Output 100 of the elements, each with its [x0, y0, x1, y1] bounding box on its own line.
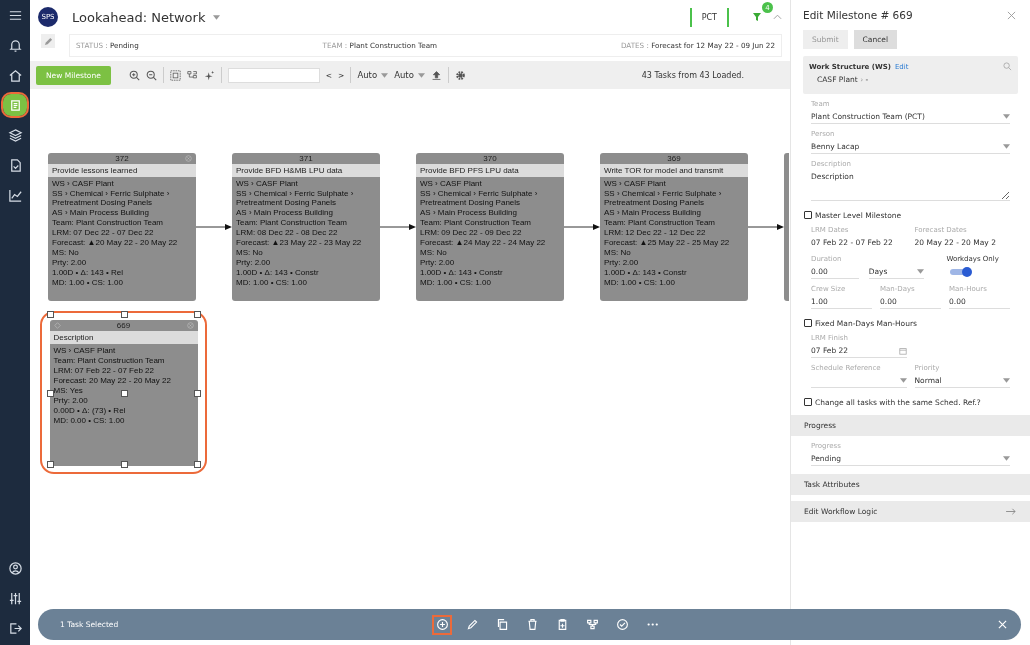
sparkle-icon[interactable]: [203, 69, 215, 81]
caret-icon: [1003, 378, 1010, 383]
task-number: 371: [299, 154, 313, 163]
resize-handle[interactable]: [194, 461, 201, 468]
resize-handle[interactable]: [120, 311, 128, 318]
zoom-out-icon[interactable]: [145, 69, 157, 81]
task-detail: Forecast: ▲20 May 22 - 20 May 22: [52, 238, 178, 248]
task-detail: 0.00D • Δ: (73) • Rel: [53, 405, 126, 415]
task-detail: SS › Chemical › Ferric Sulphate › Pretreatment Dosing Panels: [236, 189, 355, 208]
toggle-switch[interactable]: [950, 269, 971, 275]
resize-handle[interactable]: [194, 311, 201, 318]
task-number: 370: [483, 154, 497, 163]
resize-handle[interactable]: [47, 311, 54, 318]
resize-handle[interactable]: [47, 461, 54, 468]
task-detail: Prty: 2.00: [52, 258, 87, 268]
resize-handle[interactable]: [194, 389, 201, 397]
task-title: Provide BFD H&MB LPU data: [232, 164, 380, 177]
fit-icon[interactable]: [169, 69, 181, 81]
trash-icon: [525, 618, 539, 631]
task-detail: Forecast: ▲25 May 22 - 25 May 22: [604, 238, 730, 248]
task-detail: Forecast: 20 May 22 - 20 May 22: [53, 375, 171, 385]
task-detail: WS › CASF Plant: [53, 345, 116, 355]
task-detail: Team: Plant Construction Team: [53, 355, 165, 365]
task-detail: AS › Main Process Building: [52, 208, 149, 218]
chart-icon[interactable]: [7, 187, 23, 203]
filter-icon[interactable]: [752, 12, 762, 22]
resize-handle[interactable]: [47, 389, 54, 397]
task-detail: MS: Yes: [53, 385, 83, 395]
network-icon: [585, 618, 599, 631]
connector-arrow: [196, 223, 232, 231]
checkbox[interactable]: [804, 211, 812, 219]
task-title: Description: [49, 330, 198, 344]
home-icon[interactable]: [7, 67, 23, 83]
task-detail: WS › CASF Plant: [52, 179, 114, 189]
user-icon[interactable]: [7, 560, 23, 576]
checkbox[interactable]: [804, 398, 812, 406]
task-card[interactable]: [48, 153, 196, 301]
task-title: Provide BFD PFS LPU data: [416, 164, 564, 177]
task-detail: LRM: 07 Feb 22 - 07 Feb 22: [53, 365, 154, 375]
task-detail: Team: Plant Construction Team: [52, 218, 163, 228]
zoom-in-icon[interactable]: [128, 69, 140, 81]
sliders-icon[interactable]: [7, 590, 23, 606]
logout-icon[interactable]: [7, 620, 23, 636]
task-card[interactable]: [232, 153, 380, 301]
resize-handle[interactable]: [120, 389, 128, 397]
task-detail: SS › Chemical › Ferric Sulphate › Pretreatment Dosing Panels: [420, 189, 539, 208]
calendar-icon: [898, 346, 907, 355]
task-number: 369: [667, 154, 681, 163]
task-number: 372: [115, 154, 129, 163]
task-detail: WS › CASF Plant: [604, 179, 666, 189]
task-detail: SS › Chemical › Ferric Sulphate › Pretreatment Dosing Panels: [604, 189, 723, 208]
task-detail: MD: 1.00 • CS: 1.00: [604, 278, 675, 288]
bell-icon[interactable]: [7, 37, 23, 53]
arrow-right-icon: [1006, 507, 1017, 516]
task-detail: Prty: 2.00: [53, 395, 88, 405]
task-detail: MS: No: [420, 248, 447, 258]
team-badge[interactable]: PCT: [689, 7, 729, 27]
caret-icon: [1003, 114, 1010, 119]
caret-icon[interactable]: [213, 14, 221, 20]
task-detail: Prty: 2.00: [420, 258, 455, 268]
search-field[interactable]: [227, 67, 320, 83]
auto-dropdown[interactable]: Auto: [357, 70, 389, 80]
action-button[interactable]: [432, 614, 452, 635]
task-card[interactable]: 669 Description WS › CASF Plant Team: Plant Construction Team LRM: 07 Feb 22 - 07 Feb 22 Forecast: 20 May 22 - 20 May 22 MS: Yes Prty: 2.00 0.00D • Δ: (73) • Rel MD: 0.00 • CS: 1.00: [49, 319, 198, 466]
task-detail: 1.00D • Δ: 143 • Constr: [236, 268, 319, 278]
add-icon: [435, 618, 449, 631]
settings-icon[interactable]: [454, 69, 466, 81]
upload-icon[interactable]: [430, 69, 442, 81]
task-detail: AS › Main Process Building: [236, 208, 333, 218]
task-detail: Prty: 2.00: [604, 258, 639, 268]
checkbox[interactable]: [804, 319, 812, 327]
connector-arrow: [380, 223, 416, 231]
task-detail: AS › Main Process Building: [604, 208, 701, 218]
task-detail: AS › Main Process Building: [420, 208, 517, 218]
pencil-icon: [43, 36, 53, 46]
task-card[interactable]: [600, 153, 748, 301]
task-detail: MS: No: [52, 248, 79, 258]
task-detail: Team: Plant Construction Team: [236, 218, 347, 228]
resize-handle[interactable]: [120, 461, 128, 468]
connector-arrow: [748, 223, 784, 231]
page-title[interactable]: Lookahead: Network: [72, 9, 206, 25]
task-detail: MD: 1.00 • CS: 1.00: [52, 278, 123, 288]
task-detail: MS: No: [604, 248, 631, 258]
panel-title: Edit Milestone # 669: [803, 9, 913, 21]
task-detail: WS › CASF Plant: [420, 179, 482, 189]
task-detail: LRM: 09 Dec 22 - 09 Dec 22: [420, 228, 522, 238]
task-detail: MD: 1.00 • CS: 1.00: [420, 278, 491, 288]
caret-icon: [899, 378, 907, 383]
connector-arrow: [564, 223, 600, 231]
layers-icon[interactable]: [7, 127, 23, 143]
auto-dropdown[interactable]: Auto: [394, 70, 425, 80]
layout-icon[interactable]: [186, 69, 198, 81]
task-detail: MS: No: [236, 248, 263, 258]
task-detail: MD: 1.00 • CS: 1.00: [236, 278, 307, 288]
task-detail: LRM: 07 Dec 22 - 07 Dec 22: [52, 228, 154, 238]
task-detail: Forecast: ▲23 May 22 - 23 May 22: [236, 238, 362, 248]
diamond-icon: [53, 321, 61, 329]
task-card[interactable]: [416, 153, 564, 301]
pencil-icon: [465, 618, 479, 631]
task-detail: 1.00D • Δ: 143 • Rel: [52, 268, 123, 278]
